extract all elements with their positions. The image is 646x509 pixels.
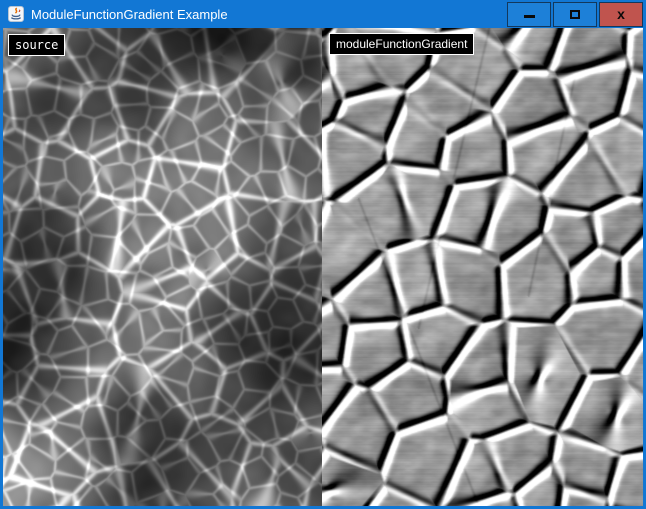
panel-gradient: moduleFunctionGradient xyxy=(322,28,643,506)
window-title: ModuleFunctionGradient Example xyxy=(31,6,507,22)
java-app-icon xyxy=(8,6,24,22)
gradient-label: moduleFunctionGradient xyxy=(329,33,474,55)
minimize-button[interactable] xyxy=(507,2,551,27)
window-controls: x xyxy=(507,1,643,27)
panel-source: source xyxy=(3,28,322,506)
java-coffee-cup-icon xyxy=(8,6,24,22)
gradient-image xyxy=(322,28,643,506)
source-label: source xyxy=(8,34,65,56)
maximize-button[interactable] xyxy=(553,2,597,27)
content-area: source moduleFunctionGradient xyxy=(3,28,643,506)
close-icon: x xyxy=(617,7,625,21)
maximize-icon xyxy=(570,10,580,19)
minimize-icon xyxy=(524,15,535,18)
app-window: ModuleFunctionGradient Example x source … xyxy=(0,0,646,509)
source-image xyxy=(3,28,322,506)
close-button[interactable]: x xyxy=(599,2,643,27)
titlebar[interactable]: ModuleFunctionGradient Example x xyxy=(0,0,646,28)
